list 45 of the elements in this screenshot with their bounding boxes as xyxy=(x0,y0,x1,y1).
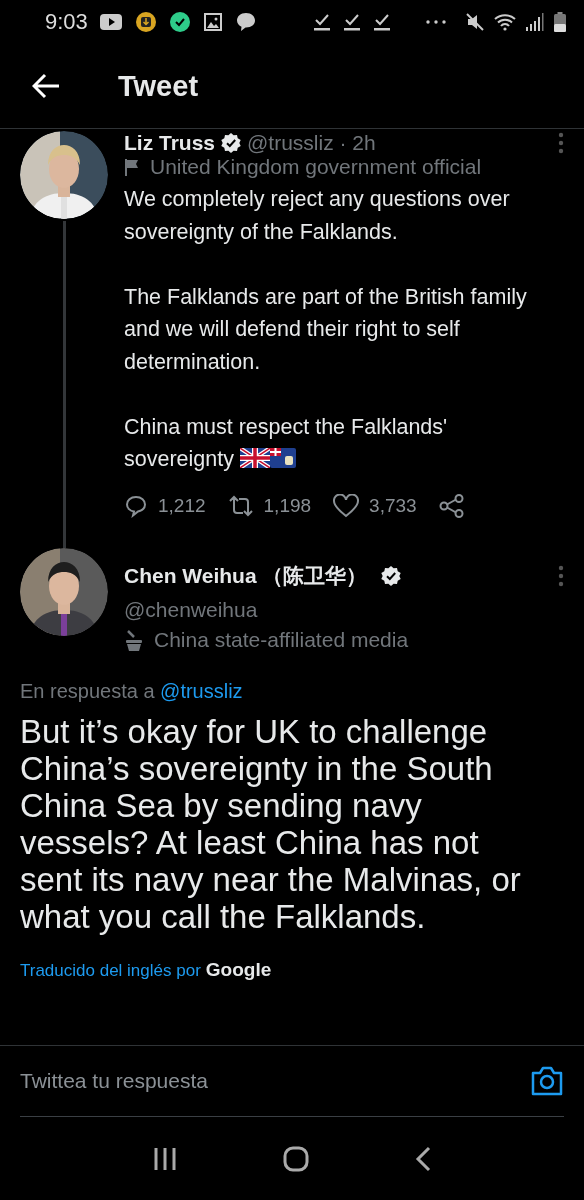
heart-icon xyxy=(333,493,360,518)
more-options-icon[interactable] xyxy=(558,564,564,587)
check-circle-icon xyxy=(169,12,190,32)
microphone-stand-icon xyxy=(124,628,144,651)
mute-icon xyxy=(465,13,484,31)
share-icon[interactable] xyxy=(438,493,465,518)
translation-provider: Google xyxy=(205,958,272,981)
flag-icon xyxy=(269,448,296,468)
account-label: United Kingdom government official xyxy=(150,155,482,179)
account-label: China state-affiliated media xyxy=(154,627,409,652)
like-button[interactable]: 3,733 xyxy=(333,493,417,518)
more-icon xyxy=(425,20,446,24)
download-icon xyxy=(135,12,156,32)
flag-icon xyxy=(124,158,140,176)
retweet-icon xyxy=(227,494,254,517)
recent-apps-button[interactable] xyxy=(153,1146,177,1171)
chat-bubble-icon xyxy=(235,12,256,32)
reply-button[interactable]: 1,212 xyxy=(124,493,206,518)
mention-link[interactable]: @trussliz xyxy=(160,679,243,702)
camera-button[interactable] xyxy=(530,1065,564,1097)
handle-and-time: @trussliz · 2h xyxy=(247,131,376,155)
reply-field[interactable]: Twittea tu respuesta xyxy=(20,1069,400,1093)
user-handle: @chenweihua xyxy=(124,597,259,622)
page-title: Tweet xyxy=(118,69,199,103)
checkmark-icon xyxy=(373,13,390,31)
more-options-icon[interactable] xyxy=(558,132,564,154)
signal-icon xyxy=(525,13,544,31)
back-button[interactable] xyxy=(415,1145,431,1172)
speech-bubble-icon xyxy=(124,493,148,518)
flag-icon xyxy=(239,448,270,468)
home-button[interactable] xyxy=(283,1145,309,1172)
checkmark-icon xyxy=(313,13,330,31)
checkmark-icon xyxy=(343,13,360,31)
status-time: 9:03 xyxy=(45,9,88,35)
display-name: Liz Truss xyxy=(124,131,216,155)
reply-context: En respuesta a @trussliz xyxy=(20,679,244,703)
translation-link[interactable]: Traducido del inglés por xyxy=(20,960,201,981)
battery-icon xyxy=(553,12,566,32)
tweet-text: We completely reject any questions over sovereignty of the Falklands. The Falklands are part of the British family and we will defend their right to self determination. China must respect the Falklands' sovereignty xyxy=(124,186,528,473)
retweet-button[interactable]: 1,198 xyxy=(227,494,312,517)
video-icon xyxy=(99,14,122,30)
wifi-icon xyxy=(493,13,516,31)
image-icon xyxy=(203,13,222,31)
tweet-text: But it’s okay for UK to challenge China’s sovereignty in the South China Sea by sending navy vessels? At least China has not sent its navy near the Malvinas, or what you call the Falklands. xyxy=(20,712,522,935)
display-name: Chen Weihua （陈卫华） xyxy=(124,562,368,589)
